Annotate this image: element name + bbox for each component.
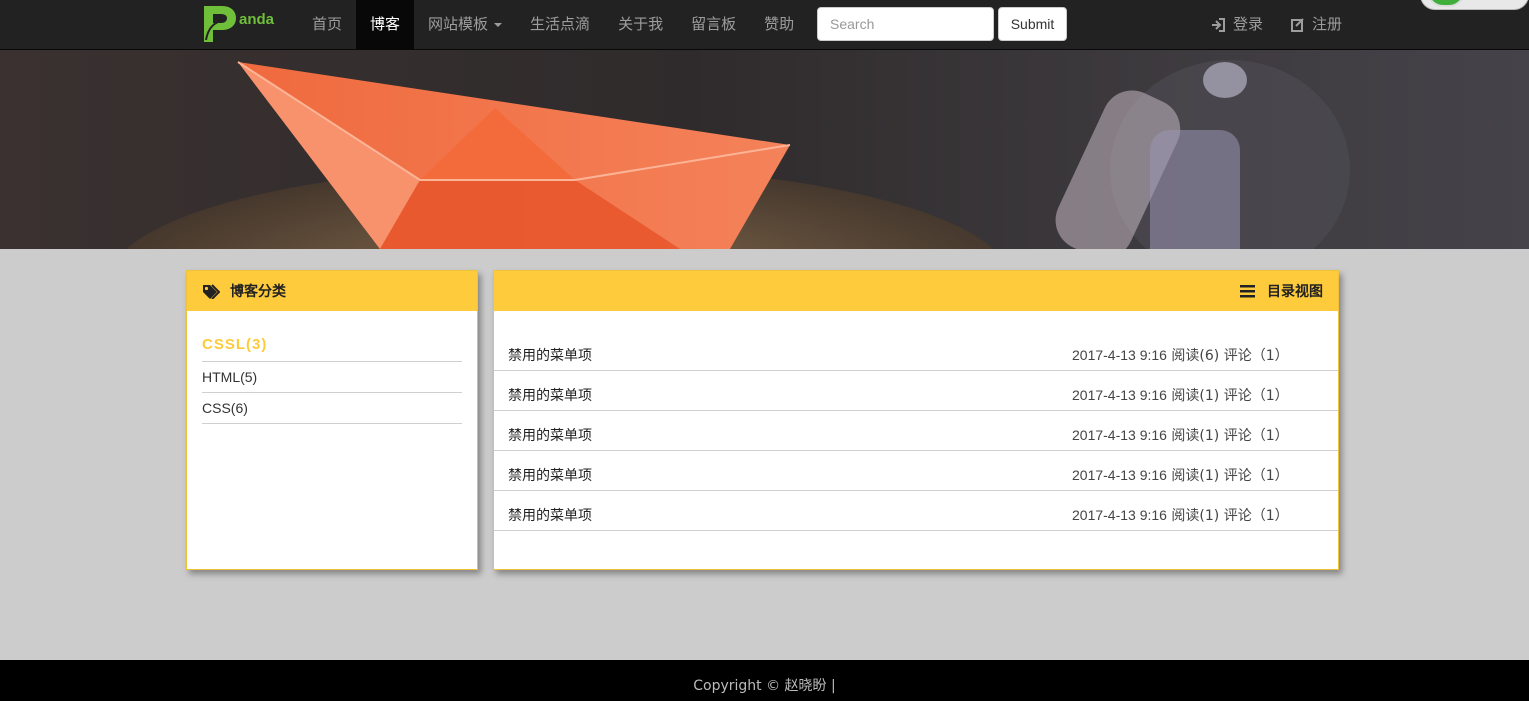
paper-boat-banner bbox=[0, 50, 1529, 249]
table-row[interactable]: 禁用的菜单项 2017-4-13 9:16 阅读(1) 评论（1） bbox=[494, 411, 1338, 451]
article-title[interactable]: 禁用的菜单项 bbox=[508, 425, 592, 445]
article-meta: 2017-4-13 9:16 阅读(1) 评论（1） bbox=[1072, 465, 1289, 485]
login-label: 登录 bbox=[1233, 15, 1264, 33]
list-icon bbox=[1240, 284, 1255, 297]
category-item-css[interactable]: CSS(6) bbox=[202, 393, 462, 424]
article-title[interactable]: 禁用的菜单项 bbox=[508, 505, 592, 525]
article-meta: 2017-4-13 9:16 阅读(6) 评论（1） bbox=[1072, 345, 1289, 365]
tags-icon bbox=[203, 283, 220, 299]
article-date: 2017-4-13 9:16 bbox=[1072, 347, 1167, 363]
directory-panel-title: 目录视图 bbox=[1267, 284, 1323, 300]
article-reads: 阅读(1) bbox=[1171, 508, 1220, 524]
article-title[interactable]: 禁用的菜单项 bbox=[508, 465, 592, 485]
account-nav: 登录 注册 bbox=[1197, 0, 1356, 49]
table-row[interactable]: 禁用的菜单项 2017-4-13 9:16 阅读(1) 评论（1） bbox=[494, 491, 1338, 531]
article-comments: 评论（1） bbox=[1223, 468, 1289, 484]
brand-text: anda bbox=[239, 11, 275, 28]
article-title[interactable]: 禁用的菜单项 bbox=[508, 345, 592, 365]
login-link[interactable]: 登录 bbox=[1197, 0, 1277, 49]
directory-panel-header: 目录视图 bbox=[494, 271, 1338, 311]
article-date: 2017-4-13 9:16 bbox=[1072, 507, 1167, 523]
article-date: 2017-4-13 9:16 bbox=[1072, 427, 1167, 443]
table-row[interactable]: 禁用的菜单项 2017-4-13 9:16 阅读(1) 评论（1） bbox=[494, 371, 1338, 411]
article-date: 2017-4-13 9:16 bbox=[1072, 467, 1167, 483]
nav-item-blog[interactable]: 博客 bbox=[356, 0, 415, 49]
main-nav: 首页 博客 网站模板 生活点滴 关于我 留言板 赞助 bbox=[298, 0, 808, 49]
table-row[interactable]: 禁用的菜单项 2017-4-13 9:16 阅读(1) 评论（1） bbox=[494, 451, 1338, 491]
category-list: CSSL(3) HTML(5) CSS(6) bbox=[187, 311, 477, 424]
article-date: 2017-4-13 9:16 bbox=[1072, 387, 1167, 403]
article-list: 禁用的菜单项 2017-4-13 9:16 阅读(6) 评论（1） 禁用的菜单项… bbox=[494, 311, 1338, 531]
panda-leaf-logo-icon bbox=[200, 2, 238, 44]
article-comments: 评论（1） bbox=[1223, 388, 1289, 404]
nav-item-templates[interactable]: 网站模板 bbox=[414, 0, 516, 49]
categories-panel-title: 博客分类 bbox=[230, 284, 286, 300]
table-row[interactable]: 禁用的菜单项 2017-4-13 9:16 阅读(6) 评论（1） bbox=[494, 331, 1338, 371]
article-meta: 2017-4-13 9:16 阅读(1) 评论（1） bbox=[1072, 385, 1289, 405]
nav-item-guestbook[interactable]: 留言板 bbox=[677, 0, 750, 49]
article-comments: 评论（1） bbox=[1223, 348, 1289, 364]
directory-panel: 目录视图 禁用的菜单项 2017-4-13 9:16 阅读(6) 评论（1） 禁… bbox=[493, 270, 1339, 570]
edit-icon bbox=[1291, 17, 1304, 32]
nav-item-life[interactable]: 生活点滴 bbox=[516, 0, 604, 49]
article-meta: 2017-4-13 9:16 阅读(1) 评论（1） bbox=[1072, 505, 1289, 525]
top-navbar: anda 首页 博客 网站模板 生活点滴 关于我 留言板 赞助 Submit 登… bbox=[0, 0, 1529, 50]
register-link[interactable]: 注册 bbox=[1277, 0, 1356, 49]
article-comments: 评论（1） bbox=[1223, 508, 1289, 524]
article-reads: 阅读(1) bbox=[1171, 388, 1220, 404]
article-title[interactable]: 禁用的菜单项 bbox=[508, 385, 592, 405]
brand-logo[interactable]: anda bbox=[200, 2, 274, 46]
nav-item-sponsor[interactable]: 赞助 bbox=[750, 0, 808, 49]
categories-panel: 博客分类 CSSL(3) HTML(5) CSS(6) bbox=[186, 270, 478, 570]
submit-button[interactable]: Submit bbox=[998, 7, 1067, 41]
nav-item-about[interactable]: 关于我 bbox=[604, 0, 677, 49]
corner-widget[interactable] bbox=[1420, 0, 1529, 10]
copyright-text: Copyright © 赵晓盼 | bbox=[693, 678, 836, 694]
article-meta: 2017-4-13 9:16 阅读(1) 评论（1） bbox=[1072, 425, 1289, 445]
nav-item-home[interactable]: 首页 bbox=[298, 0, 356, 49]
article-reads: 阅读(1) bbox=[1171, 428, 1220, 444]
caret-down-icon bbox=[494, 22, 503, 27]
article-reads: 阅读(6) bbox=[1171, 348, 1220, 364]
categories-panel-header: 博客分类 bbox=[187, 271, 477, 311]
log-in-icon bbox=[1212, 17, 1225, 32]
nav-item-templates-label: 网站模板 bbox=[428, 15, 489, 33]
footer: Copyright © 赵晓盼 | bbox=[0, 660, 1529, 701]
register-label: 注册 bbox=[1312, 15, 1343, 33]
search-input[interactable] bbox=[817, 7, 994, 41]
corner-status-dot bbox=[1427, 0, 1465, 7]
article-reads: 阅读(1) bbox=[1171, 468, 1220, 484]
category-item-html[interactable]: HTML(5) bbox=[202, 362, 462, 393]
article-comments: 评论（1） bbox=[1223, 428, 1289, 444]
category-item-cssl[interactable]: CSSL(3) bbox=[202, 331, 462, 362]
